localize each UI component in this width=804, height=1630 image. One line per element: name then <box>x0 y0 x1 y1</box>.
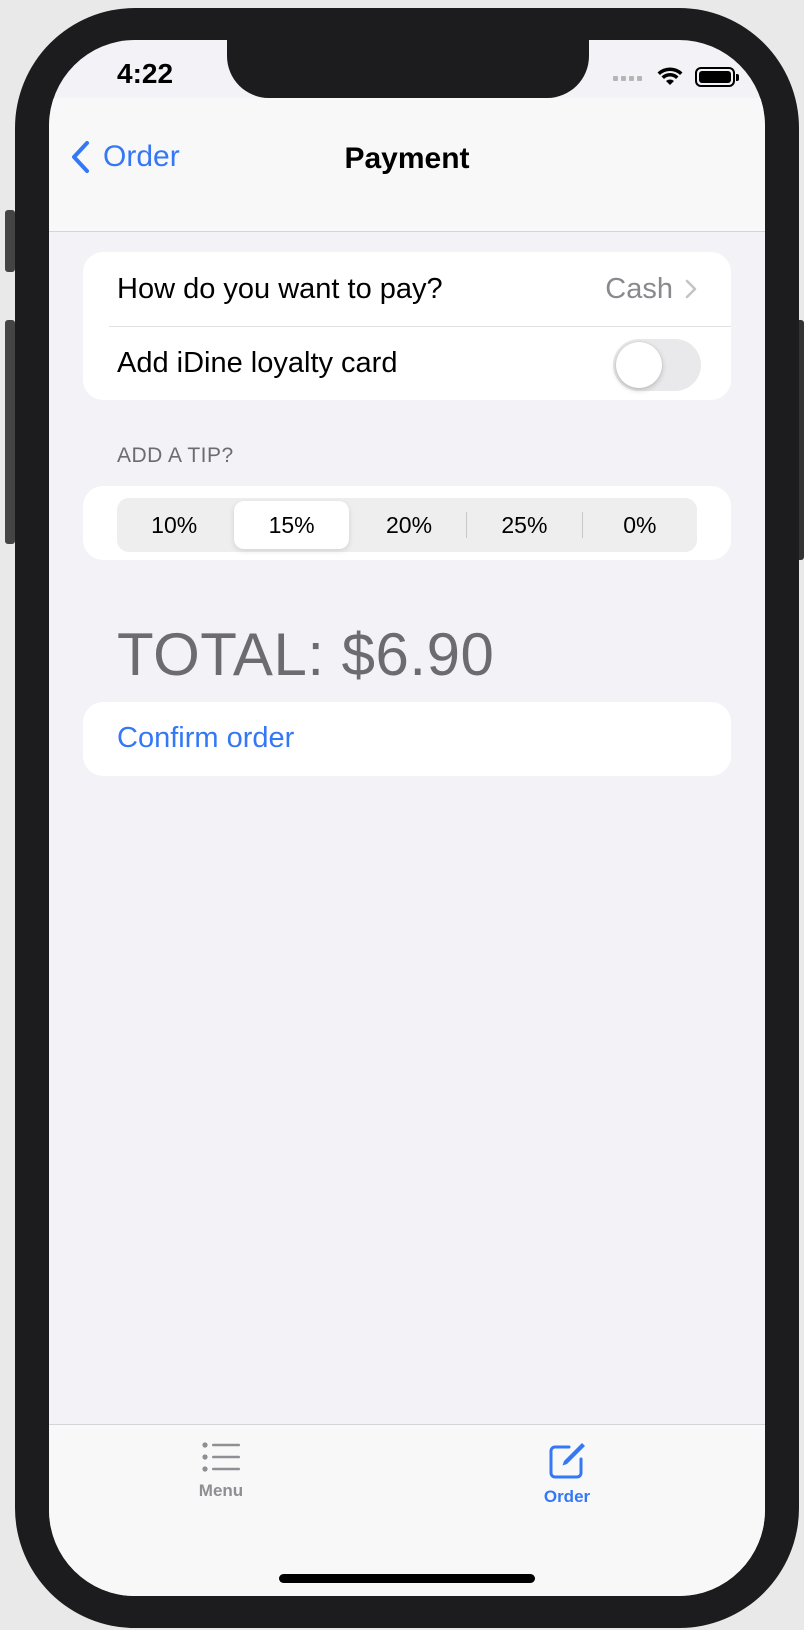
confirm-order-button[interactable]: Confirm order <box>83 702 731 776</box>
loyalty-card-toggle[interactable] <box>613 339 701 391</box>
tab-order-label: Order <box>543 1487 591 1506</box>
status-icons <box>613 66 739 88</box>
background-panel-bar <box>5 210 15 272</box>
tab-menu-label: Menu <box>198 1481 244 1500</box>
toggle-knob <box>616 342 662 388</box>
payment-method-value: Cash <box>605 273 697 306</box>
chevron-right-icon <box>685 279 697 299</box>
order-total: TOTAL: $6.90 <box>117 621 495 688</box>
tip-option-25[interactable]: 25% <box>467 498 581 552</box>
list-icon <box>202 1442 240 1472</box>
tab-bar: Menu Order <box>49 1424 765 1596</box>
page-title: Payment <box>344 142 470 175</box>
navigation-bar: Order Payment <box>49 98 765 232</box>
wifi-icon <box>657 67 683 85</box>
payment-method-label: How do you want to pay? <box>117 272 443 305</box>
device-frame: 4:22 Order Payment How do you want to pa… <box>15 8 799 1628</box>
loyalty-card-row: Add iDine loyalty card <box>109 326 731 400</box>
tab-menu[interactable]: Menu <box>161 1441 281 1501</box>
battery-icon <box>695 67 739 87</box>
cellular-signal-icon <box>613 68 645 86</box>
tip-option-15[interactable]: 15% <box>234 501 349 549</box>
tip-section: 10% 15% 20% 25% 0% <box>83 486 731 560</box>
loyalty-card-label: Add iDine loyalty card <box>117 347 398 379</box>
device-notch <box>227 40 589 98</box>
tip-segmented-control: 10% 15% 20% 25% 0% <box>117 498 697 552</box>
payment-method-text: Cash <box>605 272 673 305</box>
home-indicator <box>279 1574 535 1583</box>
status-time: 4:22 <box>117 58 174 89</box>
app-screen: 4:22 Order Payment How do you want to pa… <box>49 40 765 1596</box>
payment-section: How do you want to pay? Cash Add iDine l… <box>83 252 731 400</box>
payment-method-row[interactable]: How do you want to pay? Cash <box>83 252 731 326</box>
square-and-pencil-icon <box>549 1443 585 1479</box>
confirm-order-label: Confirm order <box>117 722 295 754</box>
tip-option-20[interactable]: 20% <box>352 498 466 552</box>
tip-section-header: ADD A TIP? <box>117 444 234 467</box>
tab-order[interactable]: Order <box>507 1441 627 1507</box>
background-panel-bar <box>5 320 15 544</box>
tip-option-10[interactable]: 10% <box>117 498 231 552</box>
tip-option-0[interactable]: 0% <box>583 498 697 552</box>
